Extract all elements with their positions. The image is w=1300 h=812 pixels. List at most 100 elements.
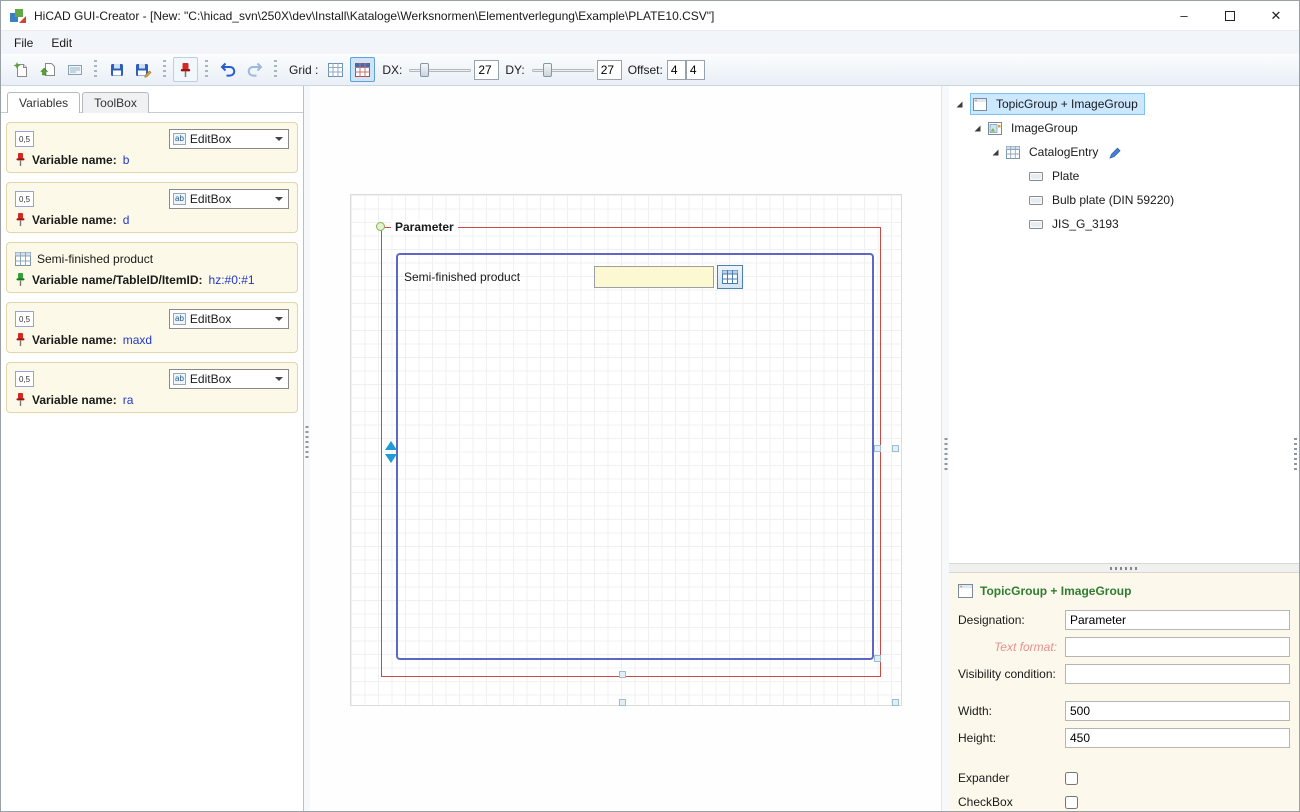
entry-icon <box>1029 172 1043 181</box>
arrow-up-icon <box>385 441 397 450</box>
tree-item-bulb-plate[interactable]: Bulb plate (DIN 59220) <box>949 188 1299 212</box>
splitter-grip <box>306 426 309 458</box>
variable-card-ra[interactable]: 0,5 ab EditBox Variable name: r <box>6 362 298 413</box>
toolbar-separator <box>274 60 277 80</box>
designation-input[interactable] <box>1065 610 1290 630</box>
right-splitter[interactable] <box>941 86 949 812</box>
control-type-label: EditBox <box>190 192 271 206</box>
image-icon <box>988 122 1002 135</box>
table-icon <box>15 252 31 266</box>
maximize-button[interactable] <box>1207 1 1253 30</box>
design-surface[interactable]: Parameter Semi-finished product <box>350 194 902 706</box>
topicgroup-frame[interactable]: Parameter Semi-finished product <box>381 227 881 677</box>
grid-toggle-standard[interactable] <box>323 57 348 82</box>
selection-handle[interactable] <box>874 655 881 662</box>
variable-name-value: ra <box>123 393 134 407</box>
visibility-condition-input[interactable] <box>1065 664 1290 684</box>
tree-item-label: ImageGroup <box>1007 119 1082 137</box>
variable-name-label: Variable name: <box>32 213 117 227</box>
control-type-dropdown[interactable]: ab EditBox <box>169 189 289 209</box>
new-file-button[interactable] <box>8 57 33 82</box>
height-label: Height: <box>958 731 1065 745</box>
group-title: Parameter <box>391 220 458 234</box>
export-button[interactable] <box>62 57 87 82</box>
export-icon <box>67 63 83 77</box>
variable-card-semi-finished[interactable]: Semi-finished product Variable name/Tabl… <box>6 242 298 293</box>
dx-slider[interactable] <box>409 61 471 79</box>
dy-slider[interactable] <box>532 61 594 79</box>
expander-icon[interactable] <box>991 148 1002 157</box>
imagegroup-frame[interactable]: Semi-finished product <box>396 253 874 660</box>
menu-file[interactable]: File <box>5 33 42 53</box>
expander-icon[interactable] <box>955 100 966 109</box>
tree-item-jis[interactable]: JIS_G_3193 <box>949 212 1299 236</box>
selection-handle[interactable] <box>619 699 626 706</box>
selection-handle[interactable] <box>892 699 899 706</box>
decimal-badge: 0,5 <box>15 311 34 327</box>
tab-toolbox[interactable]: ToolBox <box>82 92 149 113</box>
dx-slider-thumb[interactable] <box>420 63 429 77</box>
variable-name-label: Variable name/TableID/ItemID: <box>32 273 203 287</box>
selection-handle[interactable] <box>874 445 881 452</box>
red-pin-icon <box>15 212 26 227</box>
app-icon <box>9 8 27 24</box>
variable-card-maxd[interactable]: 0,5 ab EditBox Variable name: m <box>6 302 298 353</box>
catalog-lookup-button[interactable] <box>717 265 743 289</box>
dy-value-input[interactable] <box>597 60 622 80</box>
redo-icon <box>246 61 264 78</box>
selection-handle[interactable] <box>619 671 626 678</box>
menu-edit[interactable]: Edit <box>42 33 81 53</box>
grid-toggle-fine[interactable] <box>350 57 375 82</box>
tree-item-catalogentry[interactable]: CatalogEntry <box>949 140 1299 164</box>
decimal-badge: 0,5 <box>15 371 34 387</box>
grid-label: Grid : <box>289 63 318 77</box>
editbox-icon: ab <box>173 133 186 145</box>
close-button[interactable]: ✕ <box>1253 1 1299 30</box>
tree-selection: TopicGroup + ImageGroup <box>970 93 1145 115</box>
tree-item-plate[interactable]: Plate <box>949 164 1299 188</box>
variable-card-d[interactable]: 0,5 ab EditBox Variable name: d <box>6 182 298 233</box>
structure-tree: TopicGroup + ImageGroup ImageGroup <box>949 86 1299 563</box>
offset-x-input[interactable] <box>667 60 686 80</box>
rotation-handle[interactable] <box>376 222 385 231</box>
tab-variables[interactable]: Variables <box>7 92 80 113</box>
decimal-badge: 0,5 <box>15 191 34 207</box>
expander-icon[interactable] <box>973 124 984 133</box>
save-button[interactable] <box>104 57 129 82</box>
expander-checkbox[interactable] <box>1065 772 1078 785</box>
text-format-input[interactable] <box>1065 637 1290 657</box>
open-file-icon <box>40 62 56 78</box>
redo-button[interactable] <box>242 57 267 82</box>
pin-button[interactable] <box>173 57 198 82</box>
window-icon <box>973 98 987 111</box>
variable-card-b[interactable]: 0,5 ab EditBox Variable name: b <box>6 122 298 173</box>
semi-finished-input[interactable] <box>594 266 714 288</box>
minimize-button[interactable]: – <box>1161 1 1207 30</box>
tree-item-topicgroup[interactable]: TopicGroup + ImageGroup <box>949 92 1299 116</box>
undo-button[interactable] <box>215 57 240 82</box>
dy-slider-thumb[interactable] <box>543 63 552 77</box>
properties-header: TopicGroup + ImageGroup <box>958 584 1290 598</box>
width-input[interactable] <box>1065 701 1290 721</box>
expander-label: Expander <box>958 771 1065 785</box>
dx-value-input[interactable] <box>474 60 499 80</box>
selection-handle[interactable] <box>892 445 899 452</box>
tree-item-imagegroup[interactable]: ImageGroup <box>949 116 1299 140</box>
offset-y-input[interactable] <box>686 60 705 80</box>
anchor-arrows-icon[interactable] <box>385 441 397 463</box>
control-type-dropdown[interactable]: ab EditBox <box>169 369 289 389</box>
control-type-dropdown[interactable]: ab EditBox <box>169 309 289 329</box>
chevron-down-icon <box>275 197 283 201</box>
toolbar-separator <box>163 60 166 80</box>
tree-resize-grip[interactable] <box>1294 438 1297 470</box>
catalog-icon <box>1006 146 1020 159</box>
save-as-button[interactable] <box>131 57 156 82</box>
control-type-dropdown[interactable]: ab EditBox <box>169 129 289 149</box>
edit-pencil-icon[interactable] <box>1108 146 1122 159</box>
open-file-button[interactable] <box>35 57 60 82</box>
height-input[interactable] <box>1065 728 1290 748</box>
variable-name-value: maxd <box>123 333 152 347</box>
editbox-icon: ab <box>173 373 186 385</box>
checkbox-checkbox[interactable] <box>1065 796 1078 809</box>
properties-splitter[interactable] <box>949 563 1299 573</box>
